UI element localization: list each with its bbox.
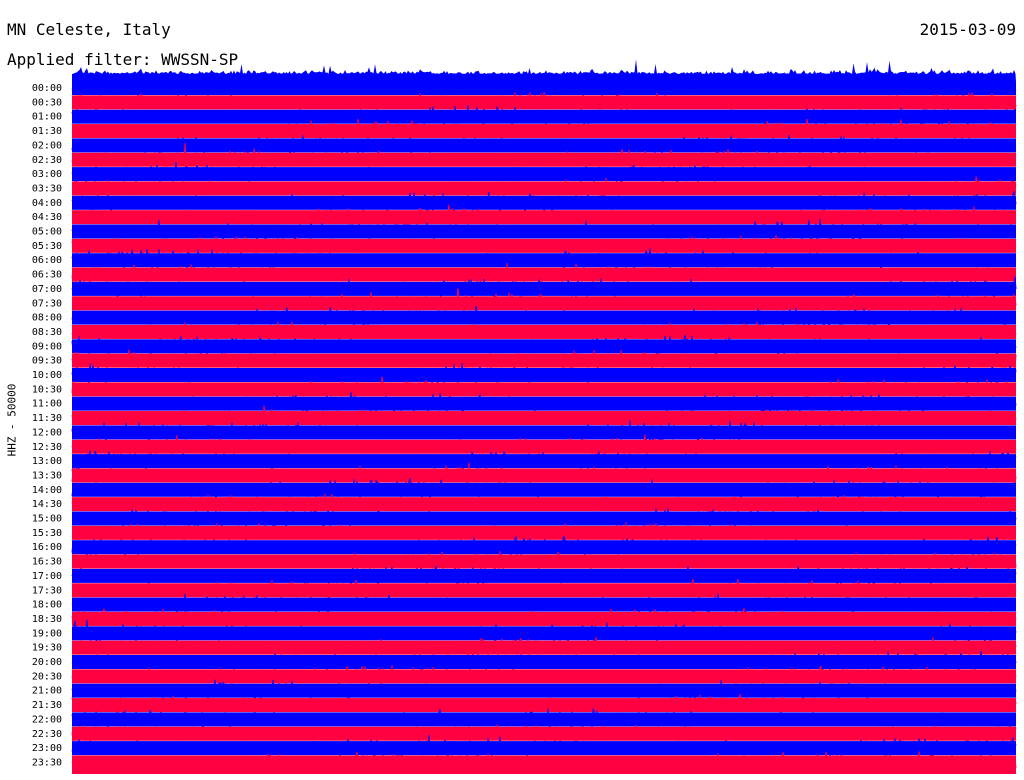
time-label-17:30: 17:30 xyxy=(32,585,62,596)
time-label-15:00: 15:00 xyxy=(32,514,62,525)
time-label-22:00: 22:00 xyxy=(32,714,62,725)
time-label-04:30: 04:30 xyxy=(32,212,62,223)
time-label-15:30: 15:30 xyxy=(32,528,62,539)
time-label-06:00: 06:00 xyxy=(32,255,62,266)
station-title: MN Celeste, Italy xyxy=(7,20,171,39)
time-label-10:30: 10:30 xyxy=(32,384,62,395)
time-label-20:00: 20:00 xyxy=(32,657,62,668)
time-label-14:30: 14:30 xyxy=(32,499,62,510)
time-label-09:30: 09:30 xyxy=(32,356,62,367)
time-label-01:00: 01:00 xyxy=(32,112,62,123)
time-label-21:30: 21:30 xyxy=(32,700,62,711)
helicorder-plot: 00:00 00:30 01:00 01:30 02:00 02:30 03:00 03:30… xyxy=(32,59,1017,774)
time-label-07:30: 07:30 xyxy=(32,298,62,309)
time-label-21:00: 21:00 xyxy=(32,686,62,697)
time-label-11:30: 11:30 xyxy=(32,413,62,424)
time-label-00:30: 00:30 xyxy=(32,97,62,108)
y-axis-label: HHZ - 50000 xyxy=(5,383,19,457)
time-label-23:00: 23:00 xyxy=(32,743,62,754)
time-label-00:00: 00:00 xyxy=(32,83,62,94)
date-label: 2015-03-09 xyxy=(919,20,1016,39)
time-label-12:00: 12:00 xyxy=(32,427,62,438)
time-label-11:00: 11:00 xyxy=(32,399,62,410)
time-label-02:30: 02:30 xyxy=(32,155,62,166)
time-axis-labels: 00:00 00:30 01:00 01:30 02:00 02:30 03:00 03:30… xyxy=(32,83,62,768)
seismic-traces xyxy=(71,59,1017,774)
trace-tail-fill xyxy=(72,758,1016,774)
time-label-03:00: 03:00 xyxy=(32,169,62,180)
time-label-07:00: 07:00 xyxy=(32,284,62,295)
time-label-09:00: 09:00 xyxy=(32,341,62,352)
time-label-20:30: 20:30 xyxy=(32,671,62,682)
time-label-08:00: 08:00 xyxy=(32,313,62,324)
time-label-06:30: 06:30 xyxy=(32,270,62,281)
time-label-05:00: 05:00 xyxy=(32,227,62,238)
time-label-14:00: 14:00 xyxy=(32,485,62,496)
time-label-03:30: 03:30 xyxy=(32,183,62,194)
time-label-22:30: 22:30 xyxy=(32,729,62,740)
filter-label: Applied filter: WWSSN-SP xyxy=(7,50,239,69)
time-label-13:00: 13:00 xyxy=(32,456,62,467)
time-label-18:30: 18:30 xyxy=(32,614,62,625)
time-label-12:30: 12:30 xyxy=(32,442,62,453)
time-label-19:00: 19:00 xyxy=(32,628,62,639)
time-label-13:30: 13:30 xyxy=(32,470,62,481)
time-label-16:00: 16:00 xyxy=(32,542,62,553)
time-label-19:30: 19:30 xyxy=(32,643,62,654)
time-label-02:00: 02:00 xyxy=(32,140,62,151)
time-label-10:00: 10:00 xyxy=(32,370,62,381)
time-label-05:30: 05:30 xyxy=(32,241,62,252)
time-label-04:00: 04:00 xyxy=(32,198,62,209)
time-label-08:30: 08:30 xyxy=(32,327,62,338)
time-label-17:00: 17:00 xyxy=(32,571,62,582)
time-label-23:30: 23:30 xyxy=(32,757,62,768)
time-label-01:30: 01:30 xyxy=(32,126,62,137)
time-label-18:00: 18:00 xyxy=(32,600,62,611)
time-label-16:30: 16:30 xyxy=(32,557,62,568)
